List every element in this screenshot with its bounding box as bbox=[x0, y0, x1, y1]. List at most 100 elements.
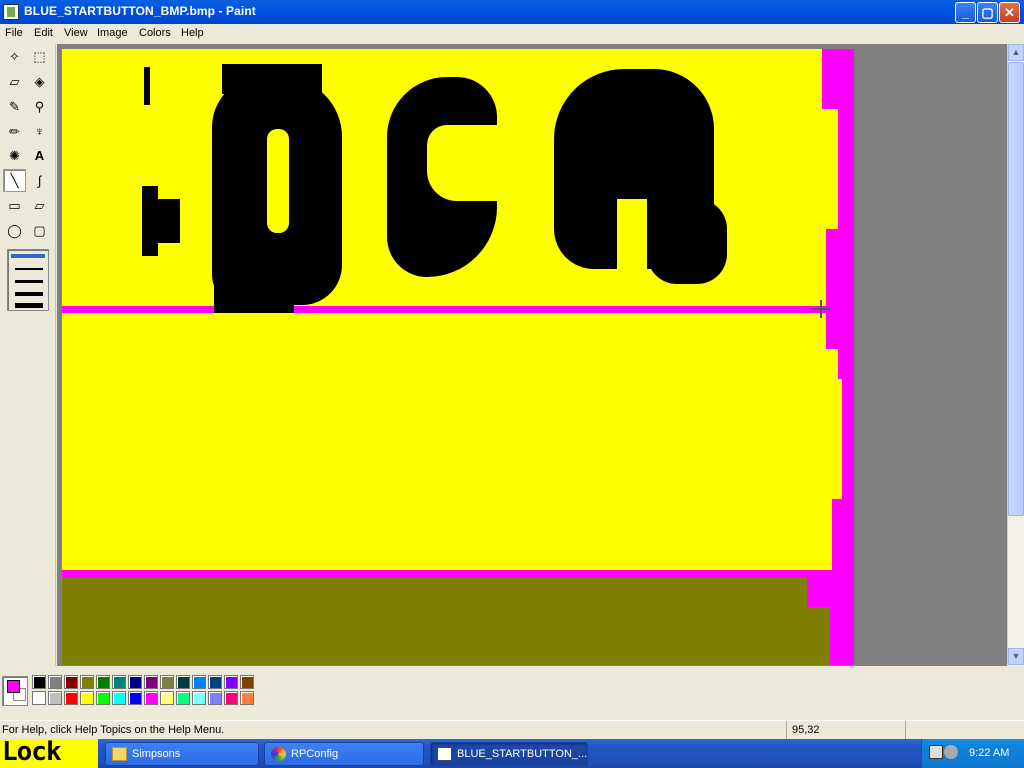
taskbar: Simpsons RPConfig BLUE_STARTBUTTON_... bbox=[0, 739, 1024, 768]
brush-tool[interactable]: ♆ bbox=[28, 120, 51, 143]
menu-file[interactable]: File bbox=[5, 27, 23, 39]
palette-swatch[interactable] bbox=[176, 691, 190, 705]
task-paint[interactable]: BLUE_STARTBUTTON_... bbox=[430, 742, 588, 766]
palette-swatch[interactable] bbox=[48, 691, 62, 705]
glyph-l-foot bbox=[142, 186, 158, 256]
free-form-select-tool[interactable]: ✧ bbox=[3, 45, 26, 68]
palette-swatch[interactable] bbox=[32, 691, 46, 705]
glyph-c-gap bbox=[427, 125, 499, 201]
start-button[interactable]: Lock bbox=[0, 739, 98, 768]
folder-icon bbox=[112, 747, 127, 761]
glyph-k-gap bbox=[617, 199, 647, 274]
palette-swatch[interactable] bbox=[240, 691, 254, 705]
drawing-canvas[interactable] bbox=[62, 49, 854, 665]
close-button[interactable]: ✕ bbox=[999, 2, 1020, 23]
palette-swatch[interactable] bbox=[144, 675, 158, 689]
foreground-color-swatch[interactable] bbox=[7, 680, 20, 693]
pencil-tool[interactable]: ✏ bbox=[3, 120, 26, 143]
settings-icon[interactable] bbox=[944, 745, 958, 759]
palette-swatch[interactable] bbox=[208, 691, 222, 705]
magnifier-tool[interactable]: ⚲ bbox=[28, 95, 51, 118]
palette-swatch[interactable] bbox=[96, 675, 110, 689]
airbrush-tool[interactable]: ✺ bbox=[3, 144, 26, 167]
palette-swatch[interactable] bbox=[80, 691, 94, 705]
glyph-o-bottom bbox=[214, 279, 294, 313]
line-width-3[interactable] bbox=[15, 280, 43, 283]
palette-swatch[interactable] bbox=[160, 675, 174, 689]
glyph-k-leg bbox=[647, 199, 727, 284]
palette-swatch[interactable] bbox=[192, 691, 206, 705]
line-width-5[interactable] bbox=[15, 303, 43, 308]
menu-image[interactable]: Image bbox=[97, 27, 128, 39]
palette-swatch[interactable] bbox=[112, 675, 126, 689]
task-simpsons[interactable]: Simpsons bbox=[105, 742, 259, 766]
palette-swatch[interactable] bbox=[176, 675, 190, 689]
scroll-thumb[interactable] bbox=[1008, 62, 1024, 516]
title-bar[interactable]: BLUE_STARTBUTTON_BMP.bmp - Paint _ ▢ ✕ bbox=[0, 0, 1024, 24]
select-tool[interactable]: ⬚ bbox=[28, 45, 51, 68]
cursor-coordinates: 95,32 bbox=[792, 724, 820, 736]
menu-help[interactable]: Help bbox=[181, 27, 204, 39]
polygon-tool[interactable]: ▱ bbox=[28, 194, 51, 217]
menu-bar: File Edit View Image Colors Help bbox=[0, 24, 1024, 44]
status-help-text: For Help, click Help Topics on the Help … bbox=[2, 724, 225, 736]
palette-swatch[interactable] bbox=[192, 675, 206, 689]
palette-swatch[interactable] bbox=[64, 675, 78, 689]
toolbox: ✧ ⬚ ▱ ◈ ✎ ⚲ ✏ ♆ ✺ A ╲ ∫ ▭ ▱ ◯ ▢ bbox=[0, 44, 56, 666]
palette-swatch[interactable] bbox=[96, 691, 110, 705]
task-label: Simpsons bbox=[132, 748, 181, 760]
curve-tool[interactable]: ∫ bbox=[28, 169, 51, 192]
crosshair-cursor bbox=[812, 300, 830, 318]
palette-swatch[interactable] bbox=[32, 675, 46, 689]
paint-app-icon[interactable] bbox=[3, 4, 19, 20]
magenta-line bbox=[62, 306, 854, 313]
line-width-options[interactable] bbox=[7, 249, 49, 311]
palette-swatch[interactable] bbox=[208, 675, 222, 689]
clock[interactable]: 9:22 AM bbox=[969, 747, 1009, 759]
minimize-button[interactable]: _ bbox=[955, 2, 976, 23]
fill-tool[interactable]: ◈ bbox=[28, 70, 51, 93]
magenta-line bbox=[62, 570, 854, 577]
menu-view[interactable]: View bbox=[64, 27, 88, 39]
vertical-scrollbar[interactable]: ▲ ▼ bbox=[1007, 44, 1024, 666]
palette-swatch[interactable] bbox=[160, 691, 174, 705]
eraser-tool[interactable]: ▱ bbox=[3, 70, 26, 93]
magenta-edge bbox=[842, 379, 854, 499]
palette-swatch[interactable] bbox=[128, 691, 142, 705]
palette-swatch[interactable] bbox=[112, 691, 126, 705]
maximize-button[interactable]: ▢ bbox=[977, 2, 998, 23]
glyph-o-hole bbox=[267, 129, 289, 233]
magenta-edge bbox=[822, 49, 854, 109]
ellipse-tool[interactable]: ◯ bbox=[3, 219, 26, 242]
pick-color-tool[interactable]: ✎ bbox=[3, 95, 26, 118]
palette-swatch[interactable] bbox=[144, 691, 158, 705]
status-bar: For Help, click Help Topics on the Help … bbox=[0, 720, 1024, 740]
line-width-1[interactable] bbox=[11, 254, 45, 258]
text-tool[interactable]: A bbox=[28, 144, 51, 167]
task-label: BLUE_STARTBUTTON_... bbox=[457, 748, 588, 760]
palette-swatch[interactable] bbox=[80, 675, 94, 689]
task-rpconfig[interactable]: RPConfig bbox=[264, 742, 424, 766]
palette-swatch[interactable] bbox=[48, 675, 62, 689]
magenta-edge bbox=[826, 229, 854, 349]
palette-swatch[interactable] bbox=[240, 675, 254, 689]
palette-swatch[interactable] bbox=[128, 675, 142, 689]
current-colors[interactable] bbox=[2, 676, 28, 706]
scroll-up-arrow[interactable]: ▲ bbox=[1008, 44, 1024, 61]
paint-icon bbox=[437, 747, 452, 761]
network-icon[interactable] bbox=[929, 745, 943, 759]
menu-colors[interactable]: Colors bbox=[139, 27, 171, 39]
task-label: RPConfig bbox=[291, 748, 339, 760]
glyph-o-top bbox=[222, 64, 322, 94]
menu-edit[interactable]: Edit bbox=[34, 27, 53, 39]
line-width-4[interactable] bbox=[15, 292, 43, 296]
rounded-rectangle-tool[interactable]: ▢ bbox=[28, 219, 51, 242]
scroll-down-arrow[interactable]: ▼ bbox=[1008, 648, 1024, 665]
palette-swatch[interactable] bbox=[224, 675, 238, 689]
line-width-2[interactable] bbox=[15, 268, 43, 270]
palette-swatch[interactable] bbox=[64, 691, 78, 705]
palette-swatch[interactable] bbox=[224, 691, 238, 705]
line-tool[interactable]: ╲ bbox=[3, 169, 26, 192]
rectangle-tool[interactable]: ▭ bbox=[3, 194, 26, 217]
magenta-edge bbox=[807, 577, 854, 607]
